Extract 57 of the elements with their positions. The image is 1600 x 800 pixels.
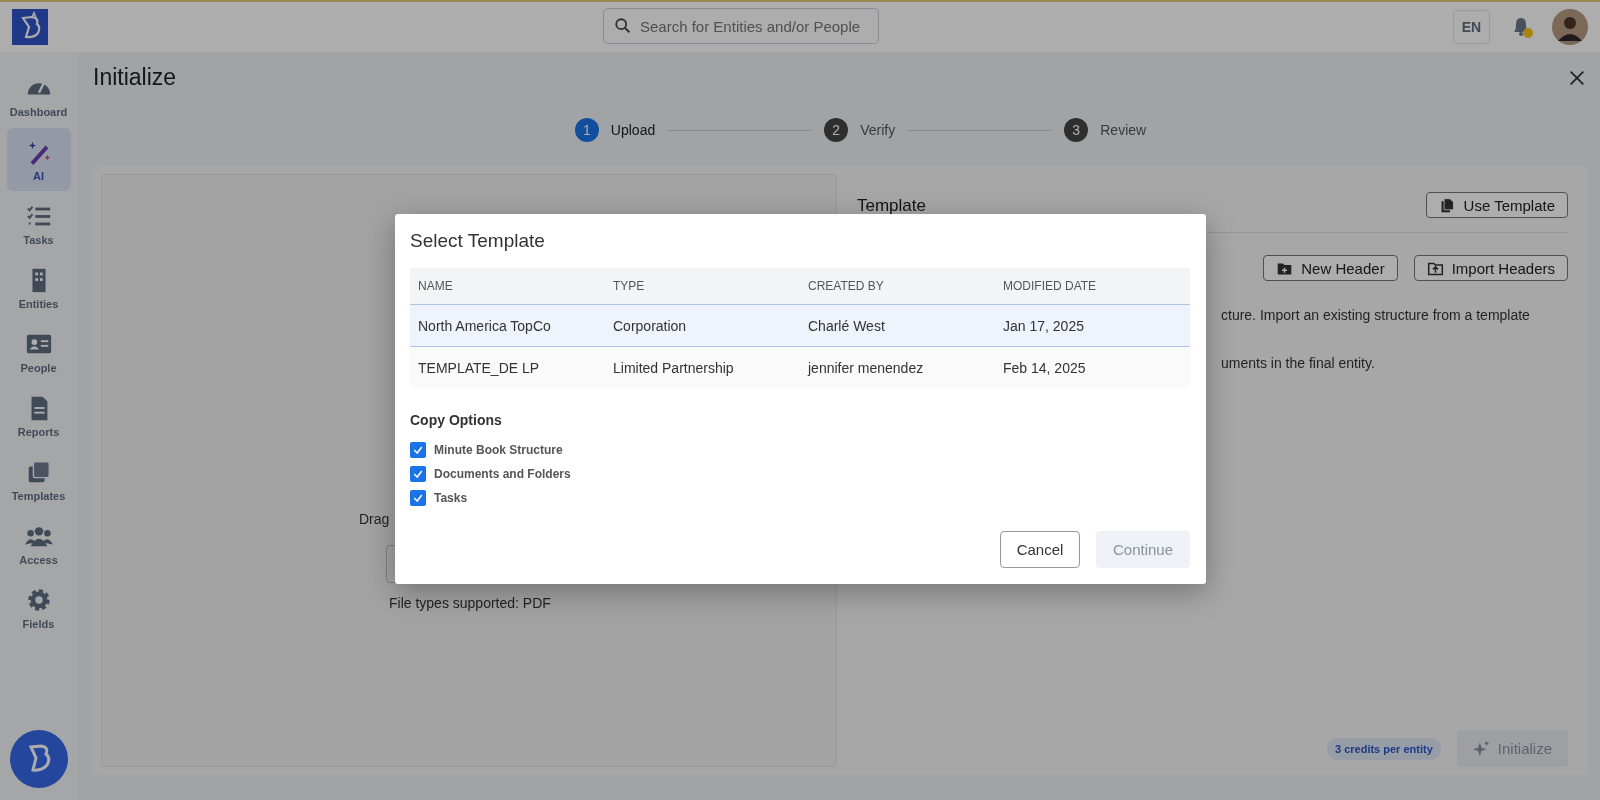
checkbox[interactable] — [410, 466, 426, 482]
section-title: Copy Options — [410, 412, 503, 428]
search-icon — [614, 17, 632, 35]
description-text: cture. Import an existing structure from a template — [1221, 307, 1531, 323]
table-cell-text: Limited Partnership — [612, 359, 735, 376]
table-cell-text: Corporation — [612, 317, 688, 334]
table-cell-text: North America TopCo — [417, 317, 552, 334]
table-cell-text: TEMPLATE_DE LP — [417, 359, 541, 376]
avatar[interactable] — [1552, 9, 1588, 45]
sidebar-item[interactable]: Dashboard — [6, 64, 71, 127]
column-header: TYPE — [612, 279, 646, 293]
cancel-button[interactable]: Cancel — [1000, 531, 1080, 568]
table-row[interactable]: TEMPLATE_DE LP Limited Partnership jennifer menendez Feb 14, 2025 — [410, 347, 1190, 388]
drag-prompt: Drag — [359, 511, 390, 527]
checkbox[interactable] — [410, 442, 426, 458]
step-label: Upload — [610, 122, 656, 138]
sidebar-item[interactable]: Fields — [6, 576, 71, 639]
table-cell-text: Charlé West — [807, 317, 886, 334]
search-input[interactable]: Search for Entities and/or People — [638, 16, 868, 36]
credits-badge: 3 credits per entity — [1326, 737, 1441, 760]
description-text: uments in the final entity. — [1221, 355, 1376, 371]
language-button[interactable]: EN — [1453, 10, 1490, 44]
step-number: 2 — [824, 118, 849, 142]
sidebar-item[interactable]: Reports — [6, 384, 71, 447]
checkbox[interactable] — [410, 490, 426, 506]
sidebar-item[interactable]: Templates — [6, 448, 71, 511]
sidebar-item[interactable]: People — [6, 320, 71, 383]
option-label: Minute Book Structure — [434, 443, 563, 457]
column-header: CREATED BY — [807, 279, 885, 293]
table-cell-text: jennifer menendez — [806, 359, 925, 376]
step-label: Review — [1100, 122, 1147, 138]
table-cell-text: Feb 14, 2025 — [1002, 359, 1087, 376]
sparkle-icon — [1472, 740, 1490, 757]
search-bar[interactable]: Search for Entities and/or People — [603, 8, 879, 44]
close-icon[interactable] — [1568, 68, 1586, 87]
assistant-button[interactable] — [9, 730, 68, 788]
sidebar-item[interactable]: Tasks — [6, 192, 71, 255]
sidebar-item[interactable]: Access — [6, 512, 71, 575]
option-label: Documents and Folders — [434, 467, 571, 481]
file-types-text: File types supported: PDF — [389, 595, 551, 611]
panel-title: Template — [857, 196, 926, 214]
use-template-button[interactable]: Use Template — [1425, 192, 1568, 218]
dialog-title: Select Template — [410, 230, 546, 252]
step-number: 3 — [1064, 118, 1089, 142]
logo-icon[interactable] — [12, 9, 48, 45]
column-header: NAME — [417, 279, 454, 293]
page-title: Initialize — [93, 64, 177, 91]
option-label: Tasks — [434, 491, 468, 505]
table-cell-text: Jan 17, 2025 — [1002, 317, 1085, 334]
step-label: Verify — [860, 122, 896, 138]
table-row[interactable]: North America TopCo Corporation Charlé West Jan 17, 2025 — [410, 305, 1190, 347]
import-headers-button[interactable]: Import Headers — [1413, 255, 1568, 281]
sidebar-item[interactable]: Entities — [6, 256, 71, 319]
column-header: MODIFIED DATE — [1002, 279, 1098, 293]
new-header-button[interactable]: New Header — [1263, 255, 1398, 281]
step-number: 1 — [574, 118, 599, 142]
sidebar-item[interactable]: AI — [6, 128, 71, 191]
